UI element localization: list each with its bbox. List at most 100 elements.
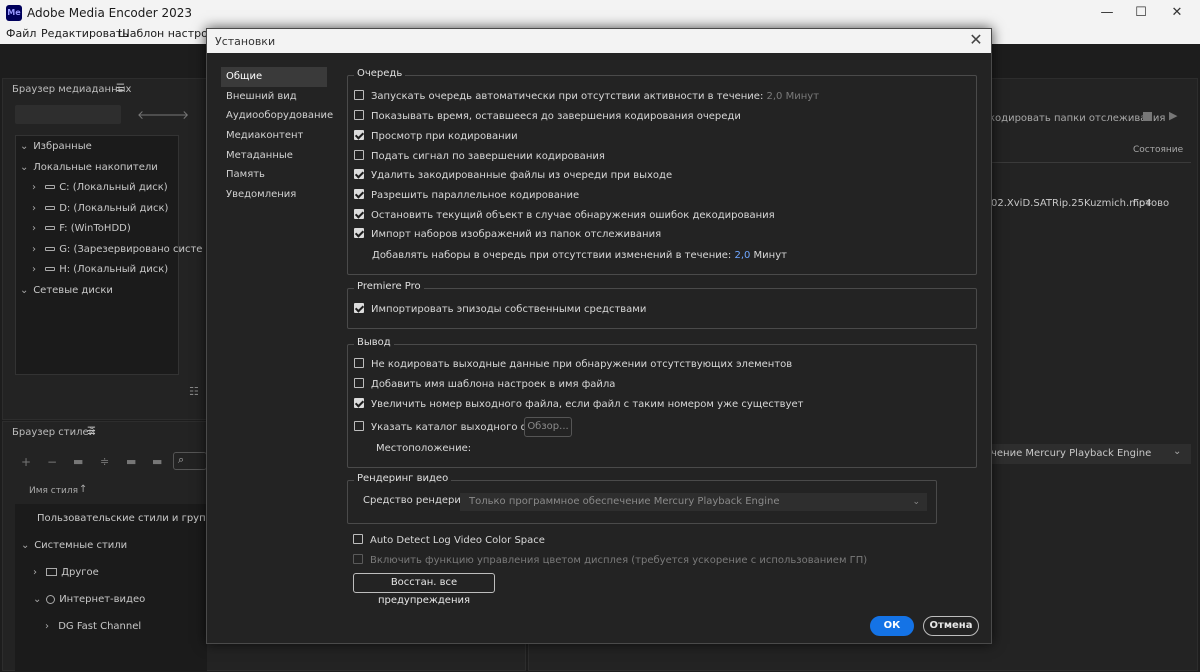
checkbox-box <box>354 130 364 140</box>
checkbox-box <box>354 398 364 408</box>
checkbox-box <box>354 189 364 199</box>
list-item-system-styles[interactable]: ⌄ Системные стили <box>21 540 127 551</box>
export-icon[interactable]: ▬ <box>152 455 162 468</box>
nav-item-memory[interactable]: Память <box>221 165 327 185</box>
tree-item-local-drives[interactable]: ⌄ Локальные накопители <box>20 162 158 173</box>
list-item-user-styles[interactable]: Пользовательские стили и группы <box>37 513 220 524</box>
media-browser-title: Браузер медиаданных <box>12 84 132 95</box>
chevron-right-icon: › <box>32 244 36 255</box>
checkbox-box <box>354 378 364 388</box>
premiere-group-label: Premiere Pro <box>354 281 424 292</box>
play-icon[interactable]: ▶ <box>1169 109 1177 122</box>
ok-button[interactable]: ОК <box>870 616 914 636</box>
tree-item-network-drives[interactable]: ⌄ Сетевые диски <box>20 285 113 296</box>
preview-while-encoding-checkbox[interactable]: Просмотр при кодировании <box>354 130 518 144</box>
status-column-header[interactable]: Состояние <box>1133 145 1183 155</box>
close-window-button[interactable]: ✕ <box>1154 0 1200 26</box>
cancel-button[interactable]: Отмена <box>923 616 979 636</box>
nav-item-metadata[interactable]: Метаданные <box>221 146 327 166</box>
auto-start-value[interactable]: 2,0 <box>767 91 783 102</box>
remove-icon[interactable]: − <box>47 455 57 469</box>
import-icon[interactable]: ▬ <box>126 455 136 468</box>
checkbox-box <box>354 358 364 368</box>
app-logo-icon: Me <box>6 5 22 21</box>
stop-icon[interactable] <box>1143 112 1152 121</box>
checkbox-box <box>354 303 364 313</box>
list-item-web-video[interactable]: ⌄ Интернет-видео <box>33 594 145 605</box>
tree-item-drive-g[interactable]: › G: (Зарезервировано систе <box>32 244 202 255</box>
checkbox-box <box>354 169 364 179</box>
panel-menu-icon[interactable]: ☰ <box>116 83 125 94</box>
queue-file-name[interactable]: 02.XviD.SATRip.25Kuzmich.mp4 <box>991 198 1152 209</box>
checkbox-box <box>354 150 364 160</box>
watch-folders-label[interactable]: кодировать папки отслеживания <box>989 113 1165 124</box>
auto-start-queue-checkbox[interactable]: Запускать очередь автоматически при отсу… <box>354 90 819 104</box>
reset-warnings-button[interactable]: Восстан. все предупреждения <box>353 573 495 606</box>
nav-item-media[interactable]: Медиаконтент <box>221 126 327 146</box>
remove-encoded-files-checkbox[interactable]: Удалить закодированные файлы из очереди … <box>354 169 672 183</box>
show-remaining-time-checkbox[interactable]: Показывать время, оставшееся до завершен… <box>354 110 741 124</box>
nav-item-audio-hardware[interactable]: Аудиооборудование <box>221 106 333 126</box>
checkbox-box <box>353 554 363 564</box>
renderer-dropdown[interactable]: чение Mercury Playback Engine ⌄ <box>991 444 1191 464</box>
divider <box>991 162 1191 163</box>
chevron-down-icon: ⌄ <box>20 285 29 296</box>
column-header-style-name[interactable]: Имя стиля <box>29 486 78 496</box>
drive-icon <box>45 185 56 189</box>
auto-start-unit: Минут <box>785 91 820 102</box>
premiere-group: Premiere Pro Импортировать эпизоды собст… <box>347 281 977 329</box>
video-rendering-group: Рендеринг видео Средство рендеринга: Тол… <box>347 473 937 524</box>
chevron-down-icon: ⌄ <box>912 497 920 507</box>
nav-item-general[interactable]: Общие <box>221 67 327 87</box>
checkbox-box <box>354 110 364 120</box>
list-item-other[interactable]: › Другое <box>33 567 99 578</box>
increment-output-number-checkbox[interactable]: Увеличить номер выходного файла, если фа… <box>354 398 803 412</box>
append-preset-name-checkbox[interactable]: Добавить имя шаблона настроек в имя файл… <box>354 378 615 392</box>
chevron-right-icon: › <box>32 203 36 214</box>
checkbox-box <box>353 534 363 544</box>
tree-item-drive-c[interactable]: › C: (Локальный диск) <box>32 182 168 193</box>
folder-tree: ⌄ Избранные ⌄ Локальные накопители › C: … <box>15 135 202 375</box>
menu-edit[interactable]: Редактировать <box>41 27 129 40</box>
settings-icon[interactable]: ≑ <box>100 455 109 468</box>
tree-item-drive-d[interactable]: › D: (Локальный диск) <box>32 203 168 214</box>
search-field[interactable]: ⌕ <box>173 452 207 470</box>
forward-arrow-icon[interactable]: 🡒 <box>157 107 189 122</box>
checkbox-box <box>354 90 364 100</box>
tree-item-favorites[interactable]: ⌄ Избранные <box>20 141 92 152</box>
list-item-dg-fast-channel[interactable]: › DG Fast Channel <box>45 621 141 632</box>
import-sequences-natively-checkbox[interactable]: Импортировать эпизоды собственными средс… <box>354 303 646 317</box>
sort-ascending-icon[interactable]: ↑ <box>79 484 87 495</box>
panel-menu-icon[interactable]: ☰ <box>87 426 96 437</box>
renderer-select[interactable]: Только программное обеспечение Mercury P… <box>460 493 927 511</box>
tree-item-drive-f[interactable]: › F: (WinToHDD) <box>32 223 131 234</box>
stop-on-decode-errors-checkbox[interactable]: Остановить текущий объект в случае обнар… <box>354 209 775 223</box>
close-icon[interactable]: ✕ <box>967 31 985 49</box>
checkbox-box <box>354 228 364 238</box>
chevron-down-icon: ⌄ <box>20 141 29 152</box>
drive-icon <box>45 206 56 210</box>
display-color-management-checkbox: Включить функцию управления цветом диспл… <box>353 554 867 568</box>
browse-button[interactable]: Обзор... <box>524 417 572 437</box>
nav-item-appearance[interactable]: Внешний вид <box>221 87 327 107</box>
beep-on-complete-checkbox[interactable]: Подать сигнал по завершении кодирования <box>354 150 605 164</box>
tree-item-drive-h[interactable]: › H: (Локальный диск) <box>32 264 168 275</box>
monitor-icon <box>46 568 58 576</box>
add-sets-row: Добавлять наборы в очередь при отсутстви… <box>372 250 787 264</box>
video-rendering-group-label: Рендеринг видео <box>354 473 452 484</box>
import-image-sequences-checkbox[interactable]: Импорт наборов изображений из папок отсл… <box>354 228 661 242</box>
add-sets-value[interactable]: 2,0 <box>734 250 750 261</box>
dialog-title: Установки <box>215 35 276 48</box>
list-view-icon[interactable]: ☷ <box>189 385 199 398</box>
drive-icon <box>45 247 56 251</box>
parallel-encoding-checkbox[interactable]: Разрешить параллельное кодирование <box>354 189 579 203</box>
menu-file[interactable]: Файл <box>6 27 36 40</box>
folder-icon[interactable]: ▬ <box>73 455 83 468</box>
path-dropdown[interactable] <box>15 105 121 124</box>
skip-missing-assets-checkbox[interactable]: Не кодировать выходные данные при обнару… <box>354 358 792 372</box>
add-icon[interactable]: + <box>21 455 31 469</box>
chevron-down-icon: ⌄ <box>20 162 29 173</box>
renderer-value: чение Mercury Playback Engine <box>991 448 1152 459</box>
nav-item-notifications[interactable]: Уведомления <box>221 185 327 205</box>
auto-detect-log-checkbox[interactable]: Auto Detect Log Video Color Space <box>353 534 545 548</box>
